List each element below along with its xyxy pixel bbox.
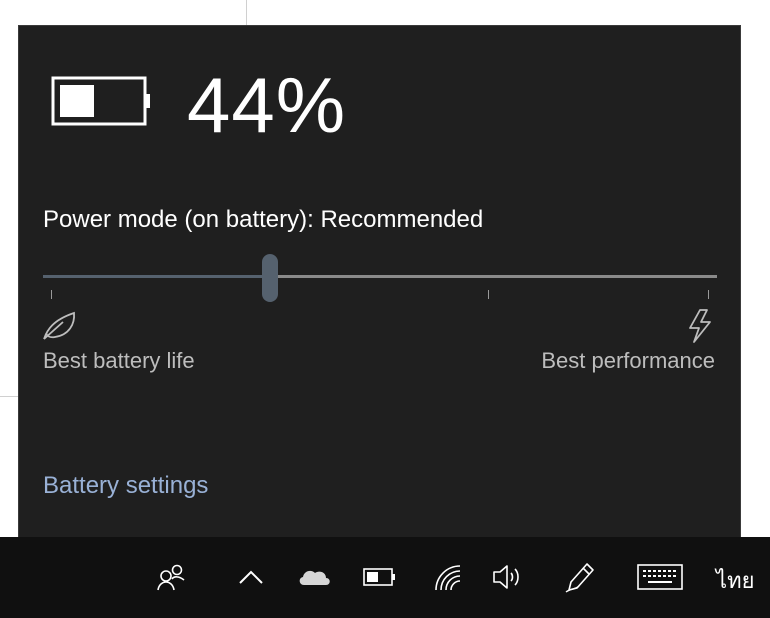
slider-tick <box>488 290 489 299</box>
volume-icon[interactable] <box>490 559 524 595</box>
battery-percentage: 44% <box>187 61 347 149</box>
background-divider-horizontal <box>0 396 18 397</box>
best-battery-life-label: Best battery life <box>43 348 195 373</box>
battery-icon[interactable] <box>362 559 398 595</box>
people-icon[interactable] <box>154 559 188 595</box>
battery-flyout: 44% Power mode (on battery): Recommended… <box>18 25 741 537</box>
taskbar: ไทย <box>0 537 770 618</box>
power-mode-slider[interactable] <box>43 254 717 302</box>
power-mode-label: Power mode (on battery): Recommended <box>43 206 484 233</box>
slider-track-filled[interactable] <box>43 275 269 278</box>
slider-tick <box>51 290 52 299</box>
keyboard-icon[interactable] <box>636 559 684 595</box>
language-indicator[interactable]: ไทย <box>716 563 754 598</box>
leaf-icon <box>43 311 75 340</box>
wifi-icon[interactable] <box>430 559 464 595</box>
onedrive-cloud-icon[interactable] <box>296 559 332 595</box>
lightning-bolt-icon <box>689 309 711 343</box>
chevron-up-icon[interactable] <box>236 559 266 595</box>
pen-icon[interactable] <box>562 559 598 595</box>
battery-settings-link[interactable]: Battery settings <box>43 472 208 500</box>
background-divider-vertical <box>246 0 247 26</box>
battery-level-icon <box>51 76 150 126</box>
best-performance-label: Best performance <box>541 348 715 373</box>
slider-thumb[interactable] <box>262 254 278 302</box>
slider-tick <box>708 290 709 299</box>
slider-track-empty[interactable] <box>269 275 717 278</box>
